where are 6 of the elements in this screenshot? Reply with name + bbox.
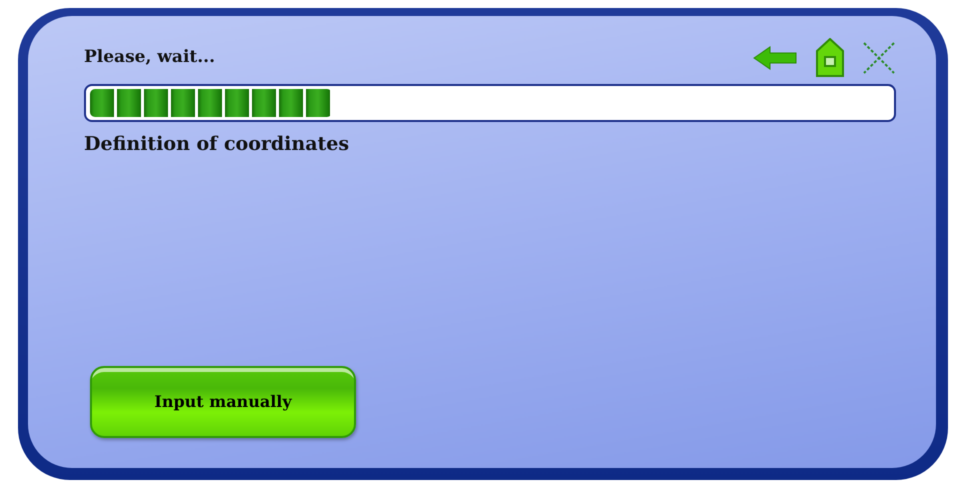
window-title: Please, wait...	[84, 46, 216, 70]
close-button[interactable]	[862, 41, 896, 75]
input-manually-button[interactable]: Input manually	[90, 366, 356, 438]
back-button[interactable]	[752, 45, 798, 71]
home-button[interactable]	[814, 38, 846, 78]
status-text: Definition of coordinates	[84, 132, 350, 157]
